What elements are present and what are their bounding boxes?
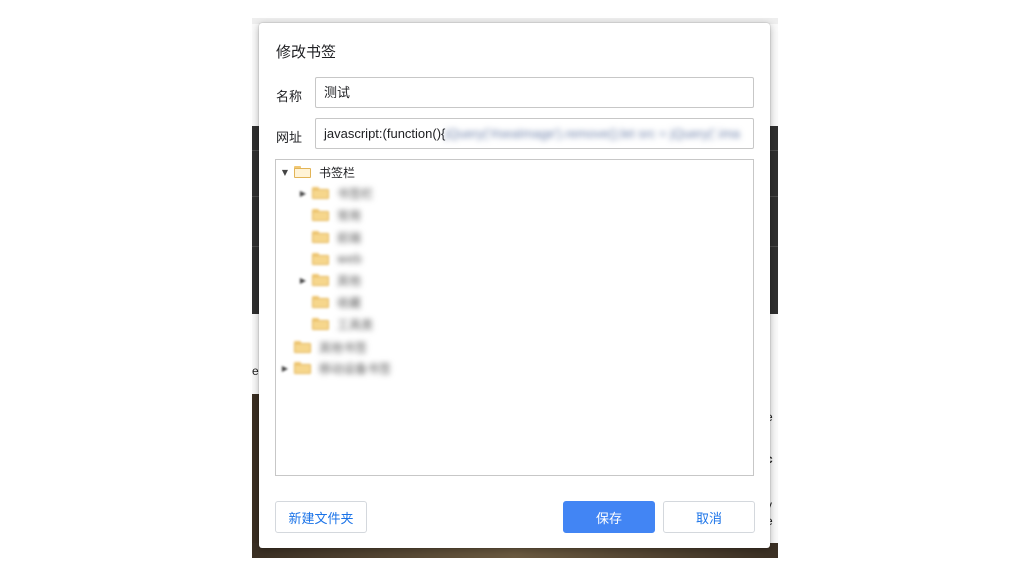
folder-icon bbox=[312, 274, 329, 286]
tree-item-label: 书签栏 bbox=[337, 186, 374, 201]
save-button[interactable]: 保存 bbox=[563, 501, 655, 533]
tree-item-label: 常用 bbox=[337, 208, 362, 223]
collapse-triangle-icon[interactable]: ▶ bbox=[298, 188, 308, 198]
folder-icon bbox=[312, 231, 329, 243]
tree-item-label: 其他书签 bbox=[319, 340, 368, 355]
expand-triangle-icon[interactable]: ▼ bbox=[280, 167, 290, 177]
name-input[interactable]: 测试 bbox=[315, 77, 754, 108]
tree-item-mobile-bookmarks[interactable]: ▶ 移动设备书签 bbox=[280, 358, 391, 378]
url-input-value: javascript:(function(){ bbox=[324, 126, 446, 141]
tree-item[interactable]: ▶ 书签栏 bbox=[298, 183, 373, 203]
dialog-title: 修改书签 bbox=[276, 43, 337, 61]
tree-item-bookmarks-bar[interactable]: ▼ 书签栏 bbox=[280, 162, 355, 182]
tree-item[interactable]: ▶ 其他 bbox=[298, 270, 361, 290]
folder-icon bbox=[312, 187, 329, 199]
tree-item[interactable]: 常用 bbox=[298, 205, 361, 225]
folder-icon bbox=[294, 341, 311, 353]
folder-open-icon bbox=[294, 166, 311, 178]
collapse-triangle-icon[interactable]: ▶ bbox=[298, 275, 308, 285]
tree-item-label: 前端 bbox=[337, 230, 362, 245]
url-input[interactable]: javascript:(function(){jQuery('#seaImage… bbox=[315, 118, 754, 149]
tree-item-label: 收藏 bbox=[337, 295, 362, 310]
tree-item-label: 工具类 bbox=[337, 317, 374, 332]
tree-item-other-bookmarks[interactable]: 其他书签 bbox=[280, 337, 367, 357]
tree-item[interactable]: 工具类 bbox=[298, 314, 373, 334]
collapse-triangle-icon[interactable]: ▶ bbox=[280, 363, 290, 373]
edit-bookmark-dialog: 修改书签 名称 测试 网址 javascript:(function(){jQu… bbox=[259, 23, 770, 548]
folder-icon bbox=[312, 209, 329, 221]
url-label: 网址 bbox=[276, 131, 303, 146]
folder-icon bbox=[294, 362, 311, 374]
folder-tree[interactable]: ▼ 书签栏 ▶ 书签栏 常用 前端 web ▶ 其他 收藏 工具类 其他书签 ▶… bbox=[275, 159, 754, 476]
url-input-obscured: jQuery('#seaImage').remove();let src = j… bbox=[445, 126, 740, 141]
name-label: 名称 bbox=[276, 90, 303, 105]
tree-item-label: 书签栏 bbox=[319, 165, 356, 180]
tree-item-label: web bbox=[337, 252, 362, 266]
folder-icon bbox=[312, 296, 329, 308]
name-input-value: 测试 bbox=[324, 85, 351, 100]
tree-item-label: 移动设备书签 bbox=[319, 361, 392, 376]
tree-item[interactable]: 收藏 bbox=[298, 292, 361, 312]
new-folder-button[interactable]: 新建文件夹 bbox=[275, 501, 367, 533]
background-text: e bbox=[252, 364, 259, 378]
folder-icon bbox=[312, 318, 329, 330]
tree-item-label: 其他 bbox=[337, 273, 362, 288]
folder-icon bbox=[312, 253, 329, 265]
tree-item[interactable]: 前端 bbox=[298, 227, 361, 247]
tree-item[interactable]: web bbox=[298, 249, 362, 269]
cancel-button[interactable]: 取消 bbox=[663, 501, 755, 533]
